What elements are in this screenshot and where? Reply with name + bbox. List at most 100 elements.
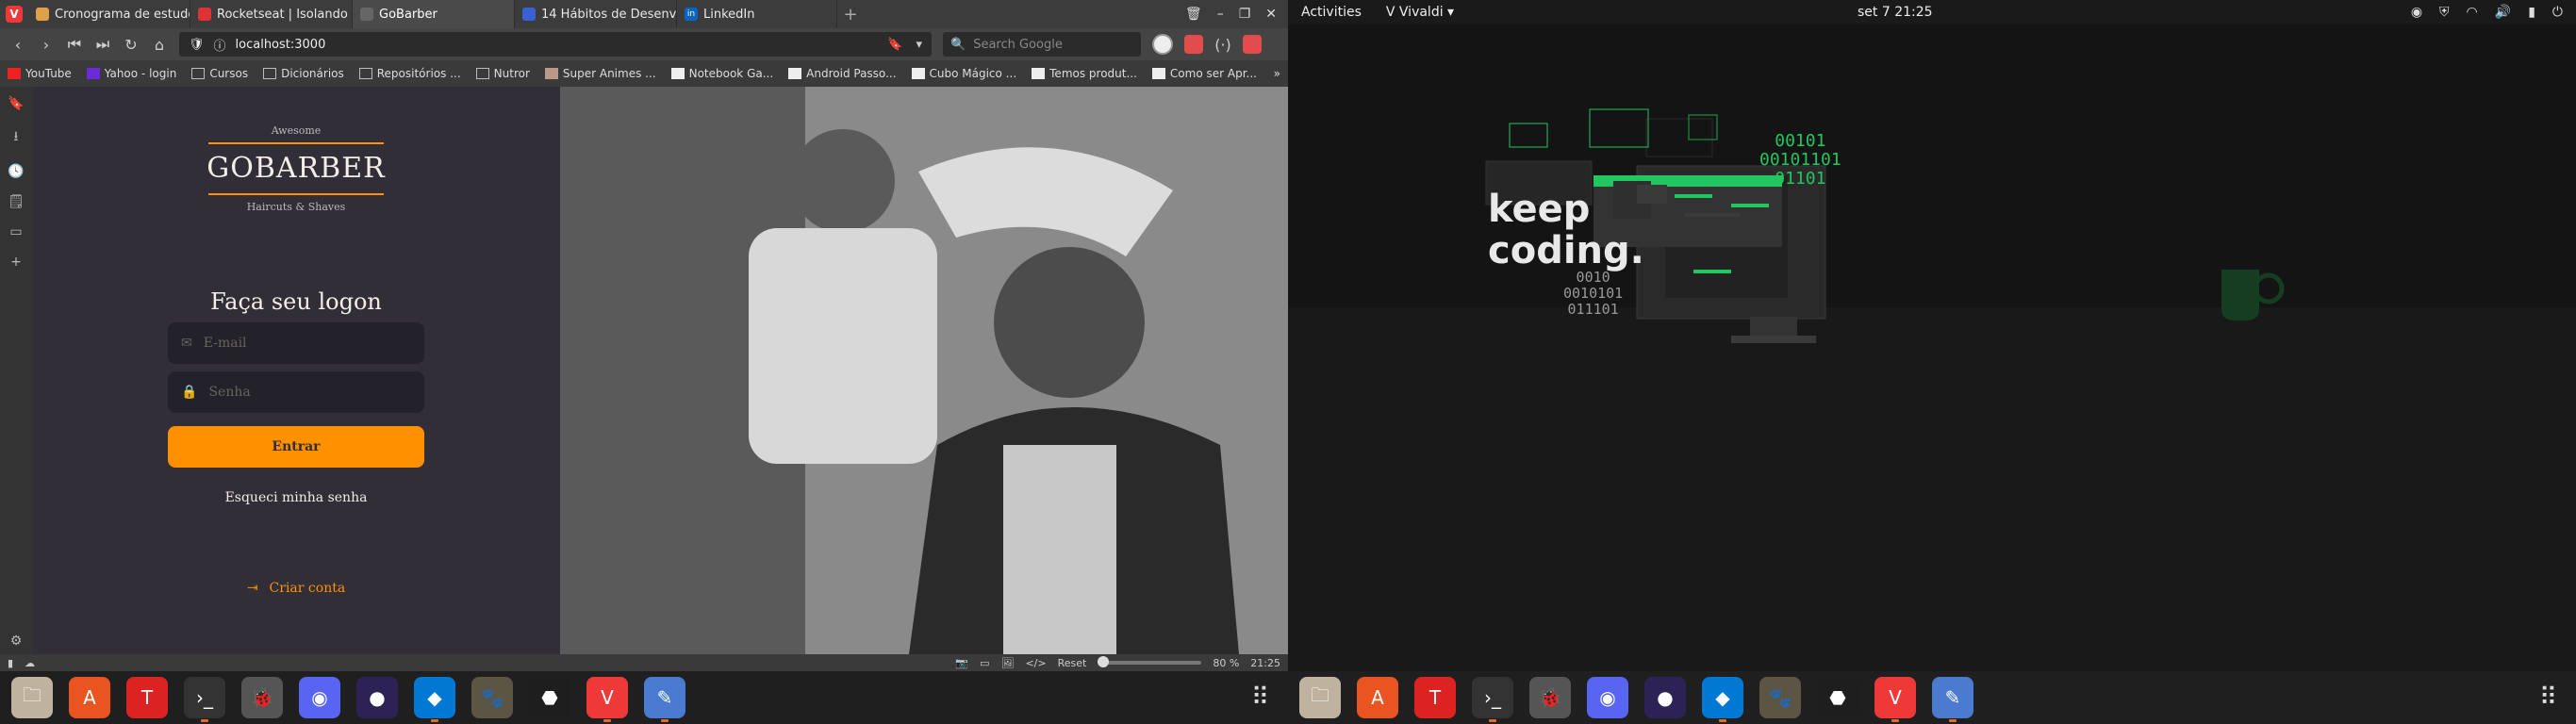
discord-tray-icon[interactable]: ◉ (2411, 5, 2422, 20)
window-panel-icon[interactable]: ▭ (9, 224, 22, 239)
power-icon[interactable]: ⏻ (2552, 5, 2563, 20)
extension-icon[interactable] (1184, 35, 1203, 54)
home-icon[interactable]: ⌂ (151, 36, 168, 54)
create-account-label: Criar conta (269, 581, 346, 596)
notes-icon[interactable]: ✎ (1932, 677, 1973, 722)
software-icon[interactable]: A (1357, 677, 1398, 718)
dropdown-icon[interactable]: ▾ (916, 38, 922, 52)
wifi-icon[interactable]: ◠ (2467, 5, 2478, 20)
notes-panel-icon[interactable]: 🗒 (8, 194, 25, 209)
history-panel-icon[interactable]: 🕓 (8, 164, 24, 179)
bookmark-folder[interactable]: Cursos (191, 67, 248, 80)
bookmark-folder[interactable]: Dicionários (263, 67, 344, 80)
gimp-icon[interactable]: 🐾 (1759, 677, 1801, 718)
show-apps-grid-icon[interactable]: ⠿ (1251, 683, 1269, 712)
binary-line: 0010 (1576, 269, 1610, 286)
maximize-button[interactable]: ❐ (1239, 7, 1251, 22)
login-button[interactable]: Entrar (168, 426, 424, 468)
tab-linkedin[interactable]: in LinkedIn (677, 0, 837, 28)
profile-avatar[interactable] (1152, 34, 1173, 55)
gimp-icon[interactable]: 🐾 (471, 677, 513, 718)
bookmark-item[interactable]: Yahoo - login (86, 67, 176, 80)
discord-icon[interactable]: ◉ (299, 677, 340, 718)
discord-icon[interactable]: ◉ (1587, 677, 1628, 718)
bookmark-folder[interactable]: Repositórios ... (358, 67, 461, 80)
vivaldi-menu-button[interactable]: V (0, 0, 28, 28)
top-clock[interactable]: set 7 21:25 (1858, 5, 1933, 20)
figma-icon[interactable]: ⬣ (529, 677, 570, 718)
email-field[interactable]: ✉ E-mail (168, 322, 424, 364)
panel-toggle-icon[interactable]: ▮ (8, 657, 13, 669)
terminal-icon[interactable]: ›_ (1472, 677, 1513, 722)
battery-icon[interactable]: ▮ (2528, 5, 2535, 20)
logo-tagline: Awesome (271, 124, 322, 137)
tab-rocketseat[interactable]: Rocketseat | Isolando comp (190, 0, 353, 28)
password-field[interactable]: 🔒 Senha (168, 371, 424, 413)
close-button[interactable]: ✕ (1265, 7, 1277, 22)
fast-forward-icon[interactable]: ⏭ (94, 35, 111, 54)
extension-icon[interactable]: (·) (1214, 36, 1231, 54)
figma-icon[interactable]: ⬣ (1817, 677, 1858, 718)
todo-icon[interactable]: T (126, 677, 168, 718)
forward-icon[interactable]: › (38, 36, 55, 54)
software-icon[interactable]: A (69, 677, 110, 718)
volume-icon[interactable]: 🔊 (2495, 5, 2511, 20)
vivaldi-icon[interactable]: V (586, 677, 628, 722)
files-icon[interactable]: 🗀 (11, 677, 53, 718)
bug-icon[interactable]: 🐞 (1529, 677, 1571, 718)
zoom-slider[interactable] (1098, 656, 1202, 667)
notes-icon[interactable]: ✎ (644, 677, 685, 722)
shield-icon[interactable]: 🛡 (189, 38, 205, 52)
info-icon[interactable]: ⓘ (214, 36, 226, 54)
todo-icon[interactable]: T (1414, 677, 1456, 718)
eclipse-icon[interactable]: ● (356, 677, 398, 718)
tab-habitos[interactable]: 14 Hábitos de Desenvolve (515, 0, 677, 28)
app-menu[interactable]: V Vivaldi ▾ (1386, 5, 1454, 20)
zoom-knob[interactable] (1098, 656, 1110, 667)
reload-icon[interactable]: ↻ (123, 36, 140, 54)
activities-button[interactable]: Activities (1301, 5, 1362, 20)
downloads-panel-icon[interactable]: ⭳ (14, 126, 19, 149)
tab-gobarber[interactable]: GoBarber (353, 0, 515, 28)
bookmark-item[interactable]: Super Animes ... (544, 67, 656, 80)
new-tab-button[interactable]: + (837, 0, 864, 28)
bookmark-icon[interactable]: 🔖 (887, 38, 902, 52)
tile-icon[interactable]: ▭ (980, 657, 989, 669)
bookmark-item[interactable]: Notebook Ga... (670, 67, 773, 80)
forgot-password-link[interactable]: Esqueci minha senha (225, 490, 368, 505)
sync-icon[interactable]: ☁ (25, 657, 35, 669)
back-icon[interactable]: ‹ (9, 36, 26, 54)
url-field[interactable]: 🛡 ⓘ localhost:3000 🔖 ▾ (179, 32, 932, 57)
create-account-link[interactable]: ⇥ Criar conta (247, 581, 345, 596)
capture-icon[interactable]: 📷 (955, 657, 968, 669)
minimize-button[interactable]: – (1217, 7, 1224, 22)
vscode-icon[interactable]: ◆ (1702, 677, 1743, 722)
bookmark-item[interactable]: Cubo Mágico ... (911, 67, 1016, 80)
settings-gear-icon[interactable]: ⚙ (10, 634, 23, 649)
bookmark-item[interactable]: YouTube (8, 67, 72, 80)
extension-icon[interactable] (1243, 35, 1262, 54)
files-icon[interactable]: 🗀 (1299, 677, 1341, 718)
images-icon[interactable]: 🖼 (1001, 657, 1015, 669)
code-icon[interactable]: </> (1025, 657, 1046, 669)
show-apps-grid-icon[interactable]: ⠿ (2539, 683, 2557, 712)
bookmark-item[interactable]: Como ser Apr... (1151, 67, 1257, 80)
bug-icon[interactable]: 🐞 (241, 677, 283, 718)
search-field[interactable]: 🔍 Search Google (943, 32, 1141, 57)
zoom-reset-button[interactable]: Reset (1058, 657, 1087, 669)
vivaldi-icon[interactable]: V (1874, 677, 1916, 722)
bookmarks-panel-icon[interactable]: 🔖 (8, 96, 24, 111)
vivaldi-icon: V (1385, 5, 1399, 20)
more-bookmarks-icon[interactable]: » (1274, 67, 1280, 80)
vscode-icon[interactable]: ◆ (414, 677, 455, 722)
shield-tray-icon[interactable]: ⛨ (2439, 5, 2450, 20)
rewind-icon[interactable]: ⏮ (66, 35, 83, 54)
terminal-icon[interactable]: ›_ (184, 677, 225, 722)
bookmark-item[interactable]: Android Passo... (788, 67, 897, 80)
eclipse-icon[interactable]: ● (1644, 677, 1686, 718)
bookmark-folder[interactable]: Nutror (475, 67, 530, 80)
bookmark-item[interactable]: Temos produt... (1032, 67, 1137, 80)
add-panel-icon[interactable]: + (10, 255, 22, 270)
trash-icon[interactable]: 🗑 (1185, 7, 1202, 22)
tab-cronograma[interactable]: Cronograma de estudos e (28, 0, 190, 28)
